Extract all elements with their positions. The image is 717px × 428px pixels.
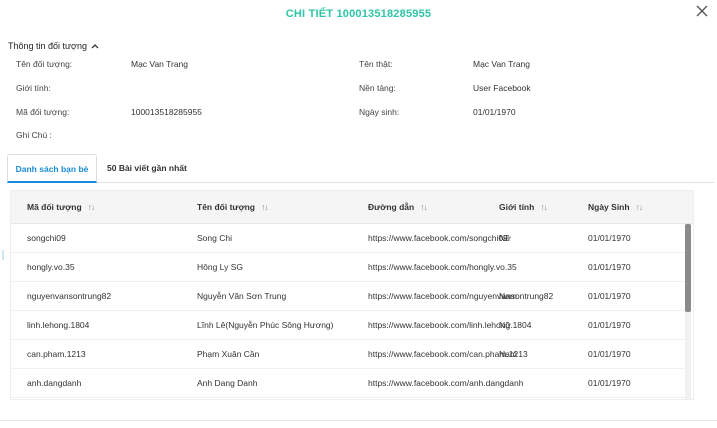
cell-gioi: Nữ xyxy=(499,233,511,243)
cell-ngay: 01/01/1970 xyxy=(588,378,631,388)
table-row[interactable]: anh.dangdanh Anh Dang Danh https://www.f… xyxy=(11,369,687,398)
cell-ma: hongly.vo.35 xyxy=(27,262,75,272)
cell-ten: Anh Dang Danh xyxy=(197,378,258,388)
header-label: Mã đối tượng xyxy=(27,202,82,212)
label-ngay-sinh: Ngày sinh: xyxy=(359,107,400,117)
cell-gioi: Nam xyxy=(499,291,517,301)
table-row[interactable]: can.pham.1213 Phạm Xuân Cần https://www.… xyxy=(11,340,687,369)
tab-bai-viet-gan-nhat[interactable]: 50 Bài viết gần nhất xyxy=(97,154,197,183)
cell-ten: Nguyễn Văn Sơn Trung xyxy=(197,291,287,301)
cell-ngay: 01/01/1970 xyxy=(588,233,631,243)
tab-danh-sach-ban-be[interactable]: Danh sách bạn bè xyxy=(7,154,97,183)
label-ma-doi-tuong: Mã đối tượng: xyxy=(16,107,70,117)
close-icon[interactable] xyxy=(695,4,709,18)
header-duong-dan[interactable]: Đường dẫn ↑↓ xyxy=(368,191,428,224)
tab-bar: Danh sách bạn bè 50 Bài viết gần nhất xyxy=(7,154,714,183)
cell-gioi: Nam xyxy=(499,349,517,359)
table-scrollbar[interactable] xyxy=(685,224,691,399)
section-toggle-thong-tin[interactable]: Thông tin đối tượng xyxy=(8,41,99,51)
sort-icon[interactable]: ↑↓ xyxy=(261,202,268,212)
dialog-bottom-divider xyxy=(0,420,717,421)
label-ten-that: Tên thật: xyxy=(359,59,393,69)
label-gioi-tinh: Giới tính: xyxy=(16,83,51,93)
header-label: Ngày Sinh xyxy=(588,202,630,212)
header-label: Tên đối tượng xyxy=(197,202,255,212)
cell-ngay: 01/01/1970 xyxy=(588,291,631,301)
cell-ten: Song Chi xyxy=(197,233,232,243)
header-ma-doi-tuong[interactable]: Mã đối tượng ↑↓ xyxy=(27,191,95,224)
value-ma-doi-tuong: 100013518285955 xyxy=(131,107,202,117)
scrollbar-thumb[interactable] xyxy=(685,224,691,312)
close-icon-glyph xyxy=(696,5,708,17)
sort-icon[interactable]: ↑↓ xyxy=(420,202,427,212)
table-row[interactable]: songchi09 Song Chi https://www.facebook.… xyxy=(11,224,687,253)
sort-icon[interactable]: ↑↓ xyxy=(540,202,547,212)
cell-ngay: 01/01/1970 xyxy=(588,262,631,272)
label-ghi-chu: Ghi Chú : xyxy=(16,130,52,140)
cell-ngay: 01/01/1970 xyxy=(588,349,631,359)
cell-ten: Phạm Xuân Cần xyxy=(197,349,260,359)
table-row[interactable]: hongly.vo.35 Hông Ly SG https://www.face… xyxy=(11,253,687,282)
cell-link[interactable]: https://www.facebook.com/anh.dangdanh xyxy=(368,369,523,398)
cell-ten: Lĩnh Lê(Nguyễn Phúc Sông Hương) xyxy=(197,320,334,330)
header-gioi-tinh[interactable]: Giới tính ↑↓ xyxy=(499,191,548,224)
header-label: Đường dẫn xyxy=(368,202,415,212)
table-row[interactable]: nguyenvansontrung82 Nguyễn Văn Sơn Trung… xyxy=(11,282,687,311)
value-ngay-sinh: 01/01/1970 xyxy=(473,107,516,117)
header-ngay-sinh[interactable]: Ngày Sinh ↑↓ xyxy=(588,191,643,224)
sort-icon[interactable]: ↑↓ xyxy=(636,202,643,212)
cell-ma: linh.lehong.1804 xyxy=(27,320,90,330)
cell-ma: can.pham.1213 xyxy=(27,349,86,359)
cell-ngay: 01/01/1970 xyxy=(588,320,631,330)
friends-table: Mã đối tượng ↑↓ Tên đối tượng ↑↓ Đường dẫn… xyxy=(10,190,694,400)
cell-ma: nguyenvansontrung82 xyxy=(27,291,112,301)
header-label: Giới tính xyxy=(499,202,535,212)
label-nen-tang: Nền tảng: xyxy=(359,83,396,93)
cell-ma: songchi09 xyxy=(27,233,66,243)
sort-icon[interactable]: ↑↓ xyxy=(88,202,95,212)
cell-ma: anh.dangdanh xyxy=(27,378,82,388)
cell-link[interactable]: https://www.facebook.com/hongly.vo.35 xyxy=(368,253,517,282)
value-ten-that: Mạc Van Trang xyxy=(473,59,531,69)
label-ten-doi-tuong: Tên đối tượng: xyxy=(16,59,73,69)
table-row[interactable]: linh.lehong.1804 Lĩnh Lê(Nguyễn Phúc Sôn… xyxy=(11,311,687,340)
cell-link[interactable]: https://www.facebook.com/songchi09 xyxy=(368,224,508,253)
dialog-title: CHI TIẾT 100013518285955 xyxy=(285,8,432,20)
cell-link[interactable]: https://www.facebook.com/nguyenvansontru… xyxy=(368,282,553,311)
chevron-up-icon xyxy=(91,44,99,49)
table-header: Mã đối tượng ↑↓ Tên đối tượng ↑↓ Đường dẫn… xyxy=(11,191,693,224)
cell-gioi: Nữ xyxy=(499,320,511,330)
value-nen-tang: User Facebook xyxy=(473,83,531,93)
detail-dialog: CHI TIẾT 100013518285955 Thông tin đối t… xyxy=(0,0,717,428)
header-ten-doi-tuong[interactable]: Tên đối tượng ↑↓ xyxy=(197,191,268,224)
left-edge-marker xyxy=(2,250,4,260)
section-heading: Thông tin đối tượng xyxy=(8,41,87,51)
value-ten-doi-tuong: Mạc Van Trang xyxy=(131,59,189,69)
cell-ten: Hông Ly SG xyxy=(197,262,243,272)
